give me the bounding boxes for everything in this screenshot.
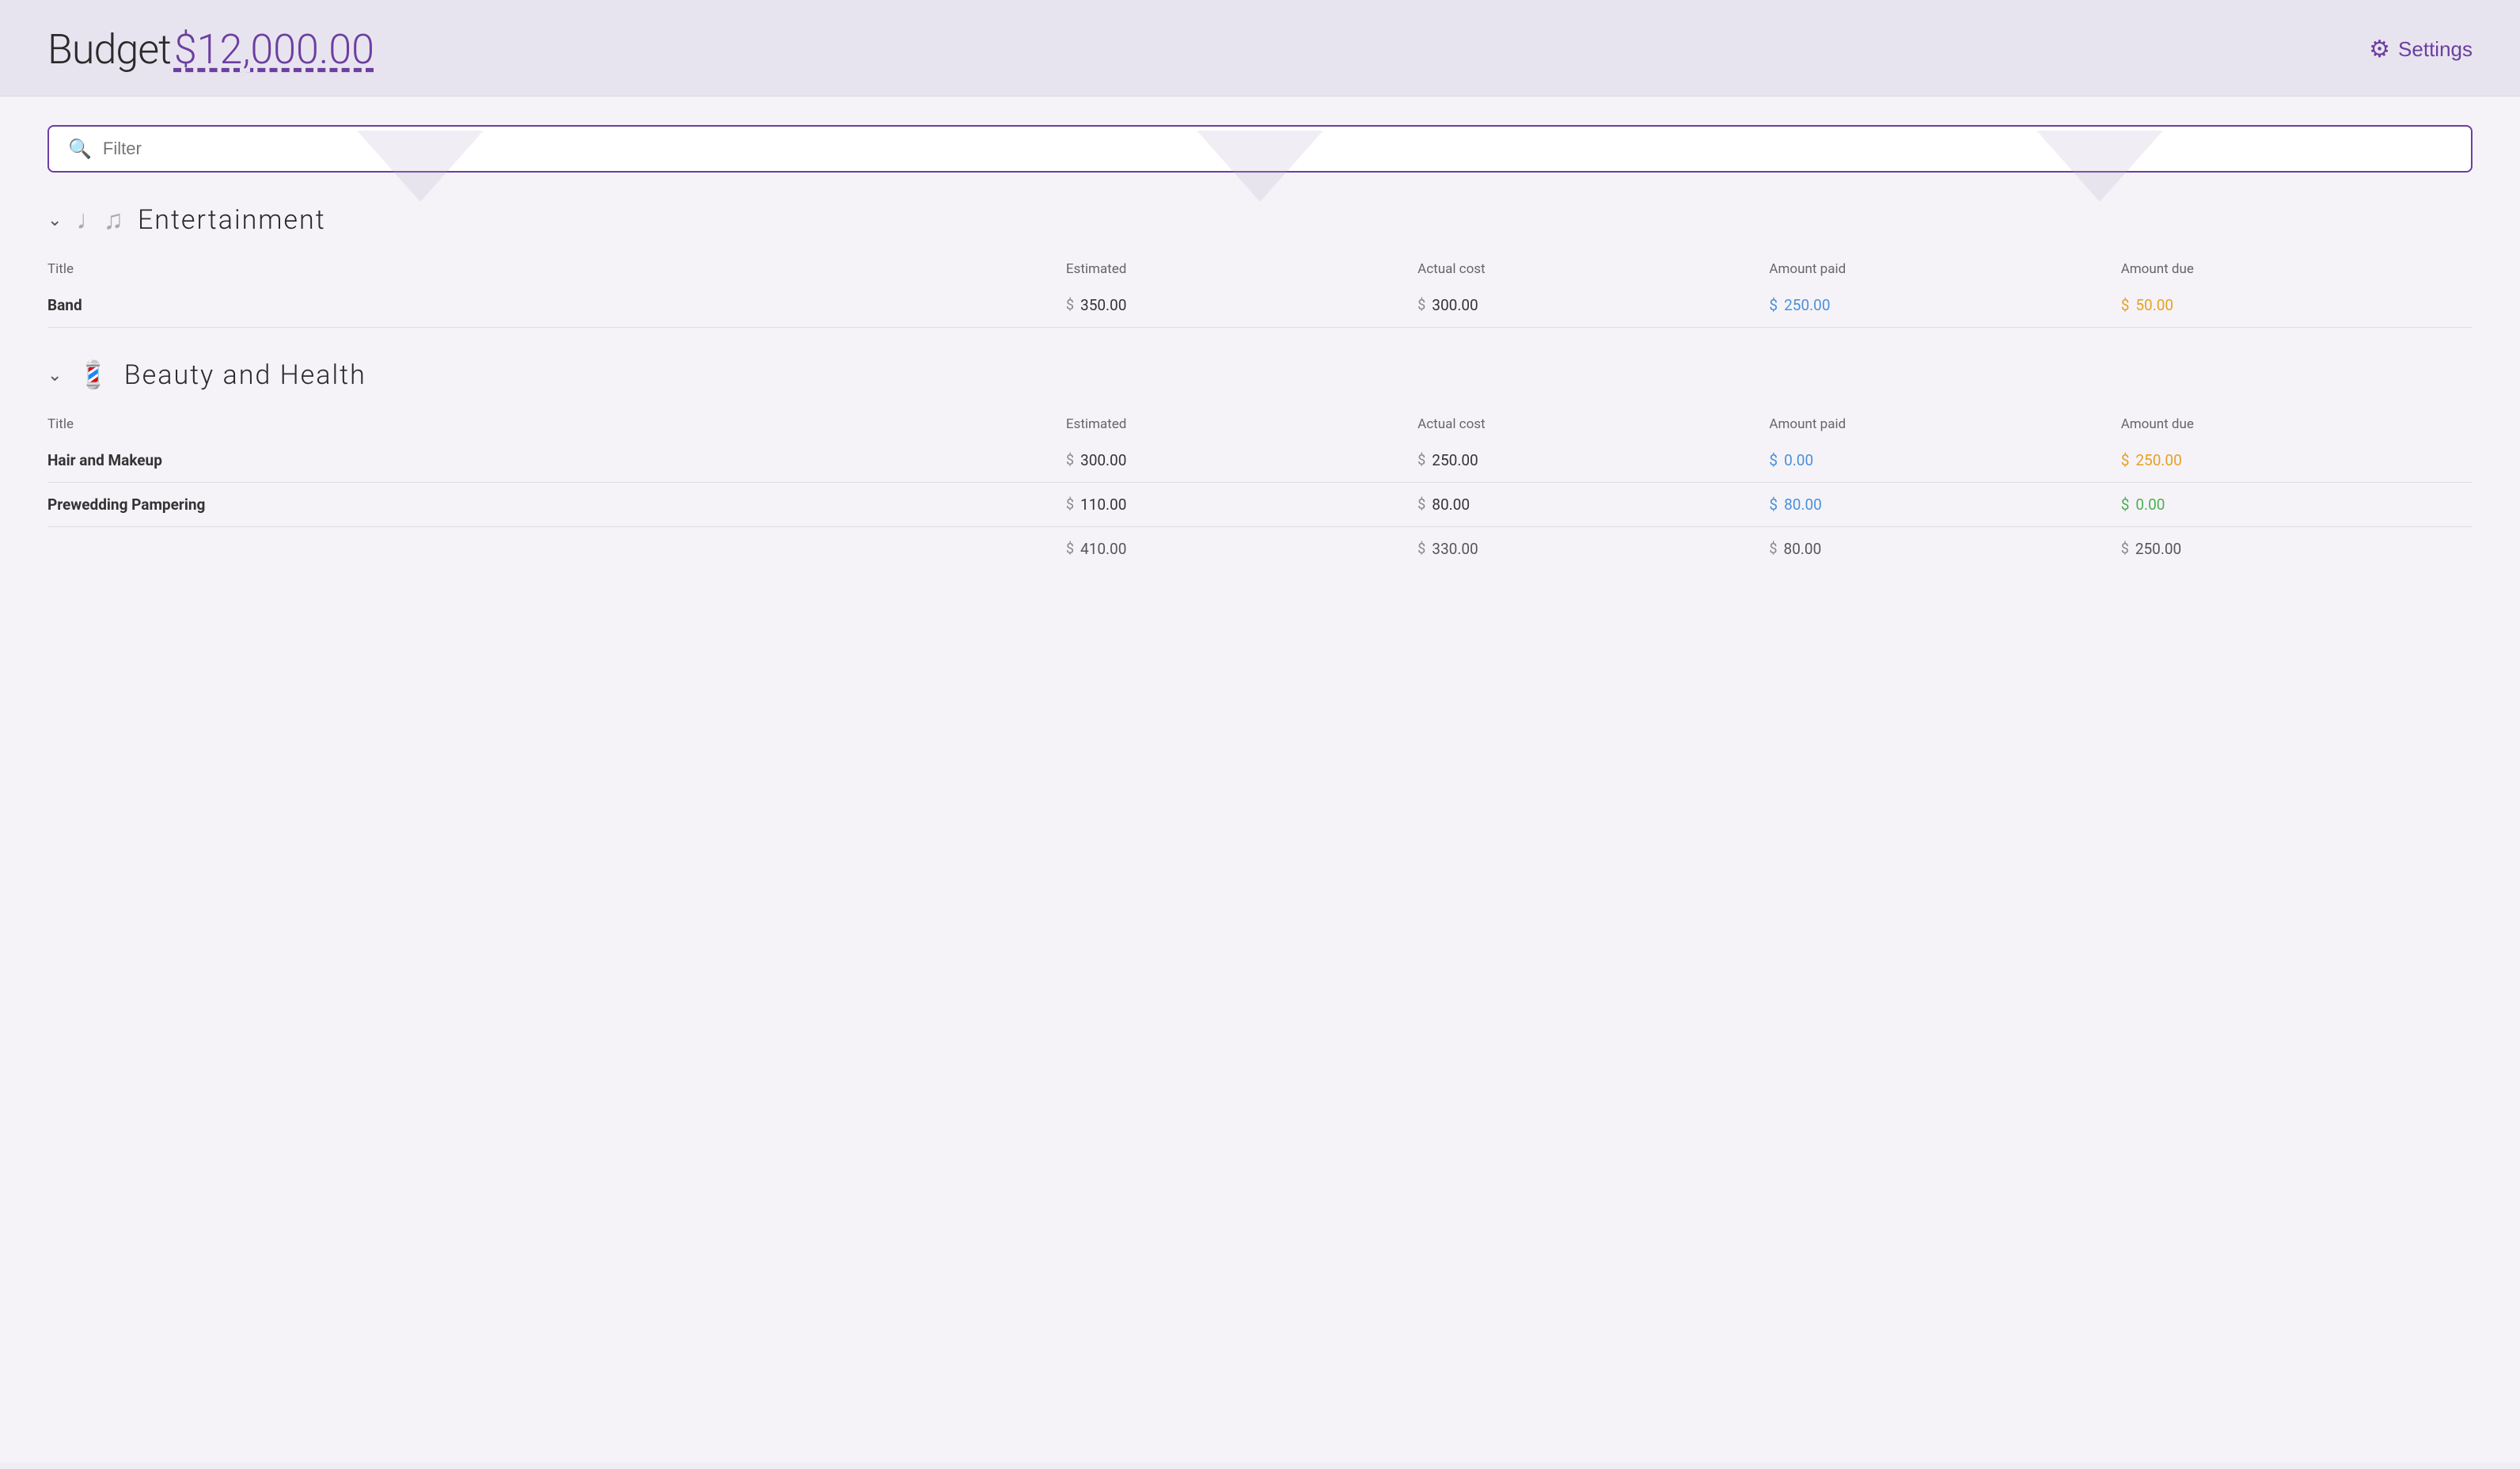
col-estimated: Estimated bbox=[1066, 255, 1418, 283]
row-title: Hair and Makeup bbox=[47, 438, 1066, 483]
dollar-icon: $ bbox=[1418, 297, 1425, 313]
row-title: Band bbox=[47, 283, 1066, 328]
table-row: Hair and Makeup $ 300.00 $ 250.00 bbox=[47, 438, 2473, 483]
dollar-icon: $ bbox=[1769, 296, 1778, 314]
footer-amount-due: $ 250.00 bbox=[2121, 527, 2473, 571]
col-amount-paid: Amount paid bbox=[1769, 255, 2120, 283]
beauty-icon: 💈 bbox=[76, 359, 109, 391]
footer-amount-paid: $ 80.00 bbox=[1769, 527, 2120, 571]
col-actual-cost: Actual cost bbox=[1418, 410, 1769, 438]
footer-label bbox=[47, 527, 1066, 571]
col-amount-due: Amount due bbox=[2121, 410, 2473, 438]
row-amount-paid: $ 0.00 bbox=[1769, 438, 2120, 483]
row-amount-due: $ 50.00 bbox=[2121, 283, 2473, 328]
dollar-icon: $ bbox=[2121, 296, 2130, 314]
dollar-icon: $ bbox=[1418, 541, 1425, 557]
row-estimated: $ 350.00 bbox=[1066, 283, 1418, 328]
dollar-icon: $ bbox=[1066, 452, 1074, 469]
dollar-icon: $ bbox=[1418, 452, 1425, 469]
beauty-health-totals-row: $ 410.00 $ 330.00 $ 80.00 bbox=[47, 527, 2473, 571]
row-actual-cost: $ 250.00 bbox=[1418, 438, 1769, 483]
row-actual-cost: $ 80.00 bbox=[1418, 483, 1769, 527]
filter-bar[interactable]: 🔍 bbox=[47, 125, 2473, 173]
col-amount-due: Amount due bbox=[2121, 255, 2473, 283]
col-title: Title bbox=[47, 255, 1066, 283]
col-amount-paid: Amount paid bbox=[1769, 410, 2120, 438]
entertainment-table: Title Estimated Actual cost Amount paid … bbox=[47, 255, 2473, 328]
dollar-icon: $ bbox=[2121, 541, 2129, 557]
section-entertainment-header: ⌄ ♩♫ Entertainment bbox=[47, 204, 2473, 236]
row-amount-due: $ 250.00 bbox=[2121, 438, 2473, 483]
col-estimated: Estimated bbox=[1066, 410, 1418, 438]
section-beauty-health-header: ⌄ 💈 Beauty and Health bbox=[47, 359, 2473, 391]
section-beauty-health-title: Beauty and Health bbox=[124, 359, 366, 391]
row-estimated: $ 300.00 bbox=[1066, 438, 1418, 483]
dollar-icon: $ bbox=[1066, 541, 1074, 557]
section-entertainment: ⌄ ♩♫ Entertainment Title Estimated Actua… bbox=[47, 204, 2473, 328]
main-content: 🔍 ⌄ ♩♫ Entertainment Title Estimated Act… bbox=[0, 97, 2520, 1463]
section-beauty-health: ⌄ 💈 Beauty and Health Title Estimated Ac… bbox=[47, 359, 2473, 571]
dollar-icon: $ bbox=[1066, 496, 1074, 513]
chevron-down-icon[interactable]: ⌄ bbox=[47, 211, 62, 230]
entertainment-table-header-row: Title Estimated Actual cost Amount paid … bbox=[47, 255, 2473, 283]
footer-estimated: $ 410.00 bbox=[1066, 527, 1418, 571]
footer-actual-cost: $ 330.00 bbox=[1418, 527, 1769, 571]
dollar-icon: $ bbox=[1066, 297, 1074, 313]
search-icon: 🔍 bbox=[68, 138, 92, 160]
dollar-icon: $ bbox=[1769, 451, 1778, 469]
row-title: Prewedding Pampering bbox=[47, 483, 1066, 527]
col-actual-cost: Actual cost bbox=[1418, 255, 1769, 283]
row-amount-due: $ 0.00 bbox=[2121, 483, 2473, 527]
col-title: Title bbox=[47, 410, 1066, 438]
dollar-icon: $ bbox=[2121, 495, 2130, 514]
table-row: Band $ 350.00 $ 300.00 bbox=[47, 283, 2473, 328]
beauty-health-table-header-row: Title Estimated Actual cost Amount paid … bbox=[47, 410, 2473, 438]
dollar-icon: $ bbox=[2121, 451, 2130, 469]
dollar-icon: $ bbox=[1769, 541, 1777, 557]
filter-input[interactable] bbox=[103, 139, 2452, 159]
page-header: Budget $12,000.00 ⚙ Settings bbox=[0, 0, 2520, 97]
chevron-down-icon[interactable]: ⌄ bbox=[47, 366, 62, 385]
row-amount-paid: $ 250.00 bbox=[1769, 283, 2120, 328]
dollar-icon: $ bbox=[1769, 495, 1778, 514]
entertainment-icon: ♩♫ bbox=[76, 204, 123, 236]
beauty-health-table: Title Estimated Actual cost Amount paid … bbox=[47, 410, 2473, 571]
dollar-icon: $ bbox=[1418, 496, 1425, 513]
row-estimated: $ 110.00 bbox=[1066, 483, 1418, 527]
budget-amount[interactable]: $12,000.00 bbox=[174, 25, 374, 74]
row-amount-paid: $ 80.00 bbox=[1769, 483, 2120, 527]
settings-label: Settings bbox=[2398, 37, 2473, 62]
section-entertainment-title: Entertainment bbox=[138, 204, 326, 236]
settings-button[interactable]: ⚙ Settings bbox=[2369, 36, 2473, 63]
row-actual-cost: $ 300.00 bbox=[1418, 283, 1769, 328]
budget-display: Budget $12,000.00 bbox=[47, 25, 374, 74]
table-row: Prewedding Pampering $ 110.00 $ 80.00 bbox=[47, 483, 2473, 527]
gear-icon: ⚙ bbox=[2369, 36, 2390, 63]
budget-label: Budget bbox=[47, 25, 171, 74]
